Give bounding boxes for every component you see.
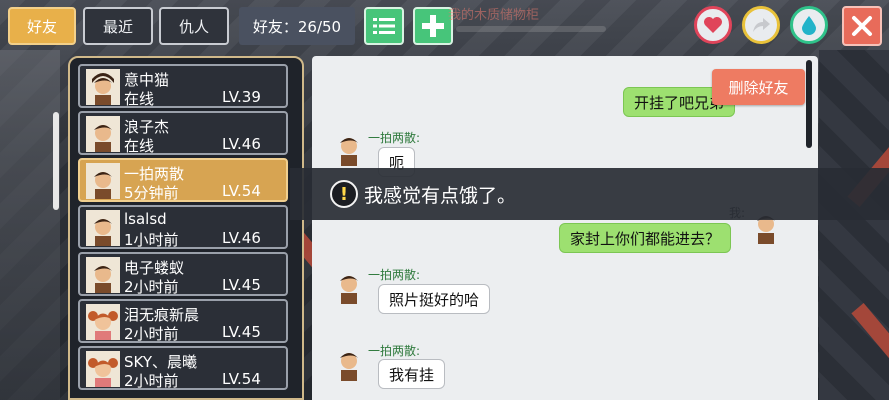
background-caption: 我的木质储物柜	[448, 8, 540, 23]
avatar	[86, 116, 120, 152]
tab-enemies[interactable]: 仇人	[159, 7, 229, 45]
avatar	[340, 353, 358, 381]
friend-count: 好友：26/50	[239, 7, 355, 45]
avatar	[86, 304, 120, 340]
list-button[interactable]	[364, 7, 404, 45]
friend-status: 2小时前	[124, 278, 179, 296]
friend-name: 意中猫	[124, 71, 170, 89]
share-arrow-icon	[753, 18, 770, 32]
friend-name: 一拍两散	[124, 165, 185, 183]
avatar	[86, 257, 120, 293]
friend-status: 2小时前	[124, 325, 179, 343]
chat-bubble-mine: 家封上你们都能进去？	[559, 223, 732, 253]
friend-item[interactable]: 电子蝼蚁 2小时前 LV.45	[78, 252, 288, 296]
plus-icon	[422, 15, 444, 37]
chat-bubble: 我有挂	[378, 359, 446, 389]
friend-level: LV.54	[222, 182, 261, 200]
avatar	[340, 276, 358, 304]
friend-list-scrollbar[interactable]	[53, 112, 59, 210]
friend-name: lsalsd	[124, 210, 167, 228]
heart-button[interactable]	[694, 6, 732, 44]
close-button[interactable]	[842, 6, 882, 46]
friend-item[interactable]: lsalsd 1小时前 LV.46	[78, 205, 288, 249]
tab-friends[interactable]: 好友	[8, 7, 76, 45]
background-scenery-right	[819, 50, 889, 400]
heart-icon	[704, 17, 722, 33]
water-button[interactable]	[790, 6, 828, 44]
message-sender: 一拍两散:	[368, 131, 421, 145]
friend-name: 浪子杰	[124, 118, 170, 136]
friend-item-selected[interactable]: 一拍两散 5分钟前 LV.54	[78, 158, 288, 202]
avatar	[86, 351, 120, 387]
friend-name: 电子蝼蚁	[124, 259, 185, 277]
close-icon	[852, 16, 872, 36]
friend-status: 1小时前	[124, 231, 179, 249]
background-progress	[456, 26, 606, 32]
message-sender: 一拍两散:	[368, 344, 421, 358]
friend-list: 意中猫 在线 LV.39 浪子杰 在线 LV.46 一拍两散 5分钟前 LV.5…	[68, 56, 304, 400]
list-icon	[373, 18, 395, 34]
water-drop-icon	[802, 16, 816, 35]
friend-status: 5分钟前	[124, 184, 179, 202]
add-friend-button[interactable]	[413, 7, 453, 45]
notice-banner: ! 我感觉有点饿了。	[290, 168, 889, 220]
friend-status: 2小时前	[124, 372, 179, 390]
exclamation-icon: !	[330, 180, 358, 208]
friend-status: 在线	[124, 90, 155, 108]
friend-level: LV.46	[222, 135, 261, 153]
friend-level: LV.45	[222, 276, 261, 294]
avatar	[340, 138, 358, 166]
avatar	[86, 69, 120, 105]
chat-bubble: 照片挺好的哈	[378, 284, 491, 314]
notice-text: 我感觉有点饿了。	[364, 184, 517, 207]
friend-status: 在线	[124, 137, 155, 155]
top-bar: 好友 最近 仇人 好友：26/50 我的木质储物柜	[0, 0, 889, 52]
friend-item[interactable]: SKY、晨曦 2小时前 LV.54	[78, 346, 288, 390]
tab-recent[interactable]: 最近	[83, 7, 153, 45]
background-scenery	[0, 50, 60, 400]
friend-level: LV.39	[222, 88, 261, 106]
avatar	[86, 163, 120, 199]
friend-level: LV.45	[222, 323, 261, 341]
friend-item[interactable]: 浪子杰 在线 LV.46	[78, 111, 288, 155]
delete-friend-button[interactable]: 删除好友	[712, 69, 805, 105]
friend-name: 泪无痕新晨	[124, 306, 200, 324]
friend-level: LV.46	[222, 229, 261, 247]
message-sender: 一拍两散:	[368, 268, 421, 282]
avatar	[86, 210, 120, 246]
friend-item[interactable]: 泪无痕新晨 2小时前 LV.45	[78, 299, 288, 343]
friend-level: LV.54	[222, 370, 261, 388]
share-button[interactable]	[742, 6, 780, 44]
friend-name: SKY、晨曦	[124, 353, 197, 371]
chat-scrollbar[interactable]	[806, 60, 812, 148]
friend-item[interactable]: 意中猫 在线 LV.39	[78, 64, 288, 108]
